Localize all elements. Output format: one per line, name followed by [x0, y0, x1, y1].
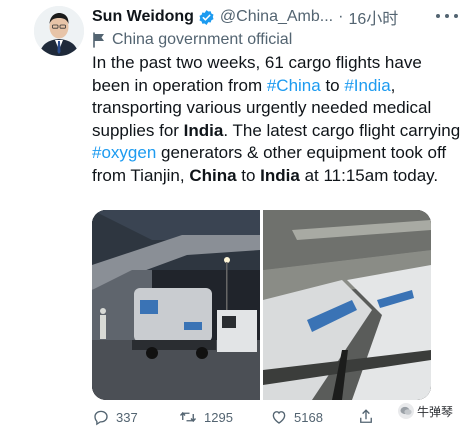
tweet-header: Sun Weidong @China_Amb... · 16小时 — [92, 5, 460, 29]
text-segment: to — [320, 75, 345, 95]
separator-dot: · — [338, 8, 344, 25]
share-icon — [360, 409, 372, 423]
avatar[interactable] — [34, 6, 84, 56]
author-name[interactable]: Sun Weidong — [92, 8, 194, 26]
retweet-count: 1295 — [204, 409, 233, 425]
share-button[interactable] — [357, 406, 381, 428]
text-segment: to — [236, 165, 261, 185]
verified-badge-icon — [198, 9, 215, 26]
bold-text: India — [183, 120, 224, 140]
wechat-icon — [398, 403, 414, 419]
reply-icon — [94, 410, 108, 426]
text-segment: at 11:15am today. — [299, 165, 439, 185]
watermark-text: 牛弹琴 — [417, 404, 454, 419]
hashtag-link[interactable]: #China — [267, 76, 321, 95]
reply-count: 337 — [116, 409, 138, 425]
tweet-media[interactable] — [92, 210, 431, 400]
government-label-text: China government official — [112, 31, 293, 48]
tweet-text: In the past two weeks, 61 cargo flights … — [92, 52, 462, 187]
avatar-photo — [34, 6, 84, 56]
more-options-icon[interactable] — [436, 8, 458, 24]
government-label[interactable]: China government official — [92, 30, 292, 50]
media-photo-right[interactable] — [263, 210, 431, 400]
bold-text: China — [189, 165, 237, 185]
hashtag-link[interactable]: #India — [344, 76, 390, 95]
watermark: 牛弹琴 — [398, 400, 453, 422]
tweet-actions: 337 1295 5168 — [92, 406, 432, 428]
heart-icon — [272, 411, 286, 424]
retweet-icon — [179, 411, 197, 423]
media-photo-left[interactable] — [92, 210, 260, 400]
author-handle[interactable]: @China_Amb... — [220, 8, 333, 26]
text-segment: . The latest cargo flight carrying — [223, 120, 461, 140]
like-button[interactable]: 5168 — [270, 406, 323, 428]
reply-button[interactable]: 337 — [92, 406, 138, 428]
bold-text: India — [260, 165, 300, 185]
like-count: 5168 — [294, 409, 323, 425]
hashtag-link[interactable]: #oxygen — [92, 143, 156, 162]
flag-icon — [93, 32, 104, 48]
tweet-timestamp[interactable]: 16小时 — [348, 5, 398, 29]
retweet-button[interactable]: 1295 — [178, 406, 233, 428]
